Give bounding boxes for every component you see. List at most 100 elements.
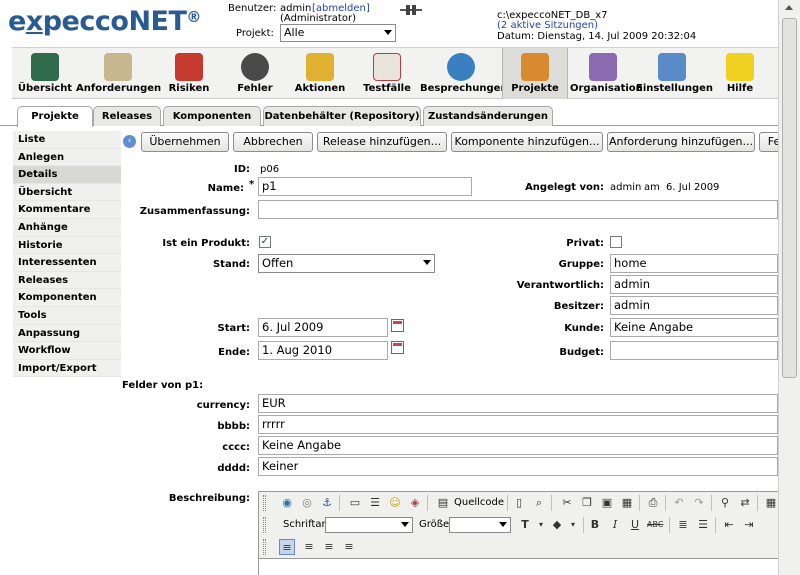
verantwortlich-input[interactable]: admin <box>610 275 778 294</box>
replace-icon[interactable]: ⇄ <box>737 495 753 511</box>
kunde-input[interactable]: Keine Angabe <box>610 318 778 337</box>
toolbar-aktionen[interactable]: Aktionen <box>292 48 348 99</box>
sidebar-item-interessenten[interactable]: Interessenten <box>13 254 121 272</box>
sidebar-item-workflow[interactable]: Workflow <box>13 342 121 360</box>
tab-projekte[interactable]: Projekte <box>17 106 93 127</box>
sidebar-item-tools[interactable]: Tools <box>13 306 121 325</box>
outdent-icon[interactable]: ⇤ <box>721 517 737 533</box>
special-char-icon[interactable]: ◈ <box>407 495 423 511</box>
cccc-input[interactable]: Keine Angabe <box>258 436 778 455</box>
toolbar-testfaelle[interactable]: Testfälle <box>360 48 414 99</box>
new-page-icon[interactable]: ▯ <box>511 495 527 511</box>
toolbar-besprechungen[interactable]: Besprechungen <box>420 48 508 99</box>
paste-icon[interactable]: ▣ <box>599 495 615 511</box>
strikethrough-icon[interactable]: ABC <box>647 517 663 533</box>
calendar-icon[interactable] <box>391 319 404 332</box>
preview-icon[interactable]: ⌕ <box>531 495 547 511</box>
currency-input[interactable]: EUR <box>258 394 778 413</box>
toolbar-projekte[interactable]: Projekte <box>502 48 568 99</box>
name-input[interactable]: p1 <box>258 177 472 196</box>
tab-datenbehaelter[interactable]: Datenbehälter (Repository) <box>263 106 421 126</box>
dddd-input[interactable]: Keiner <box>258 457 778 476</box>
align-right-icon[interactable]: ≡ <box>321 539 337 555</box>
cut-icon[interactable]: ✂ <box>559 495 575 511</box>
table-icon[interactable]: ▦ <box>763 495 779 511</box>
numbered-list-icon[interactable]: ≣ <box>675 517 691 533</box>
align-center-icon[interactable]: ≡ <box>301 539 317 555</box>
sidebar-item-historie[interactable]: Historie <box>13 236 121 255</box>
scrollbar-thumb[interactable] <box>782 18 797 378</box>
source-icon[interactable]: ▤ <box>435 495 451 511</box>
besitzer-input[interactable]: admin <box>610 296 778 315</box>
text-color-icon[interactable]: T <box>517 517 533 533</box>
chevron-down-icon[interactable]: ▾ <box>565 517 581 533</box>
toolbar-hilfe[interactable]: Hilfe <box>720 48 760 99</box>
gruppe-input[interactable]: home <box>610 254 778 273</box>
grip-icon <box>263 539 266 555</box>
toolbar-fehler[interactable]: Fehler <box>230 48 280 99</box>
font-family-select[interactable] <box>325 517 413 533</box>
ende-input[interactable]: 1. Aug 2010 <box>258 341 388 360</box>
sidebar-item-anhaenge[interactable]: Anhänge <box>13 218 121 237</box>
toolbar-risiken[interactable]: Risiken <box>162 48 216 99</box>
komponente-hinzufuegen-button[interactable]: Komponente hinzufügen... <box>451 132 603 152</box>
redo-icon[interactable]: ↷ <box>691 495 707 511</box>
projekt-select[interactable]: Alle <box>280 24 396 42</box>
horizontal-rule-icon[interactable]: ☰ <box>367 495 383 511</box>
toolbar-uebersicht[interactable]: Übersicht <box>16 48 74 99</box>
italic-icon[interactable]: I <box>607 517 623 533</box>
start-input[interactable]: 6. Jul 2009 <box>258 318 388 337</box>
tab-zustandsaenderungen[interactable]: Zustandsänderungen <box>423 106 553 126</box>
indent-icon[interactable]: ⇥ <box>741 517 757 533</box>
sidebar-item-komponenten[interactable]: Komponenten <box>13 289 121 307</box>
release-hinzufuegen-button[interactable]: Release hinzufügen... <box>317 132 447 152</box>
scroll-up-icon[interactable] <box>785 5 793 10</box>
tab-releases[interactable]: Releases <box>93 106 161 126</box>
toolbar-anforderungen[interactable]: Anforderungen <box>76 48 161 99</box>
stand-select[interactable]: Offen <box>258 254 435 273</box>
anforderung-hinzufuegen-button[interactable]: Anforderung hinzufügen... <box>607 132 755 152</box>
sidebar-item-uebersicht[interactable]: Übersicht <box>13 183 121 202</box>
bbbb-input[interactable]: rrrrr <box>258 415 778 434</box>
bg-color-icon[interactable]: ◆ <box>549 517 565 533</box>
zusammenfassung-input[interactable] <box>258 200 778 219</box>
bullet-list-icon[interactable]: ☰ <box>695 517 711 533</box>
link-icon[interactable]: ◉ <box>279 495 295 511</box>
unlink-icon[interactable]: ◎ <box>299 495 315 511</box>
tab-komponenten[interactable]: Komponenten <box>163 106 261 126</box>
sidebar-item-liste[interactable]: Liste <box>13 131 121 149</box>
paste-word-icon[interactable]: ▦ <box>619 495 635 511</box>
font-size-select[interactable] <box>449 517 511 533</box>
sidebar-item-details[interactable]: Details <box>13 166 121 184</box>
budget-input[interactable] <box>610 341 778 360</box>
image-icon[interactable]: ▭ <box>347 495 363 511</box>
smiley-icon[interactable]: ☺ <box>387 495 403 511</box>
produkt-checkbox[interactable]: ✓ <box>259 236 271 248</box>
sidebar-item-anpassung[interactable]: Anpassung <box>13 324 121 343</box>
align-left-icon[interactable]: ≡ <box>279 539 295 555</box>
abbrechen-button[interactable]: Abbrechen <box>233 132 313 152</box>
sidebar-item-import-export[interactable]: Import/Export <box>13 359 121 378</box>
align-justify-icon[interactable]: ≡ <box>341 539 357 555</box>
sidebar-item-kommentare[interactable]: Kommentare <box>13 201 121 219</box>
toolbar-einstellungen[interactable]: Einstellungen <box>636 48 713 99</box>
underline-icon[interactable]: U <box>627 517 643 533</box>
uebernehmen-button[interactable]: Übernehmen <box>141 132 229 152</box>
toolbar-organisation[interactable]: Organisation <box>570 48 643 99</box>
privat-checkbox[interactable] <box>610 236 622 248</box>
chevron-down-icon[interactable]: ▾ <box>533 517 549 533</box>
undo-icon[interactable]: ↶ <box>671 495 687 511</box>
vertical-scrollbar[interactable] <box>778 0 800 575</box>
bold-icon[interactable]: B <box>587 517 603 533</box>
anchor-icon[interactable]: ⚓ <box>319 495 335 511</box>
calendar-icon[interactable] <box>391 341 404 354</box>
sessions-link[interactable]: (2 aktive Sitzungen) <box>497 20 598 31</box>
editor-content-area[interactable] <box>259 558 787 575</box>
print-icon[interactable]: ⎙ <box>645 495 661 511</box>
quellcode-button[interactable]: Quellcode <box>454 497 504 508</box>
find-icon[interactable]: ⚲ <box>717 495 733 511</box>
back-icon[interactable]: ‹ <box>123 135 136 148</box>
copy-icon[interactable]: ❐ <box>579 495 595 511</box>
sidebar-item-releases[interactable]: Releases <box>13 271 121 290</box>
sidebar-item-anlegen[interactable]: Anlegen <box>13 148 121 167</box>
